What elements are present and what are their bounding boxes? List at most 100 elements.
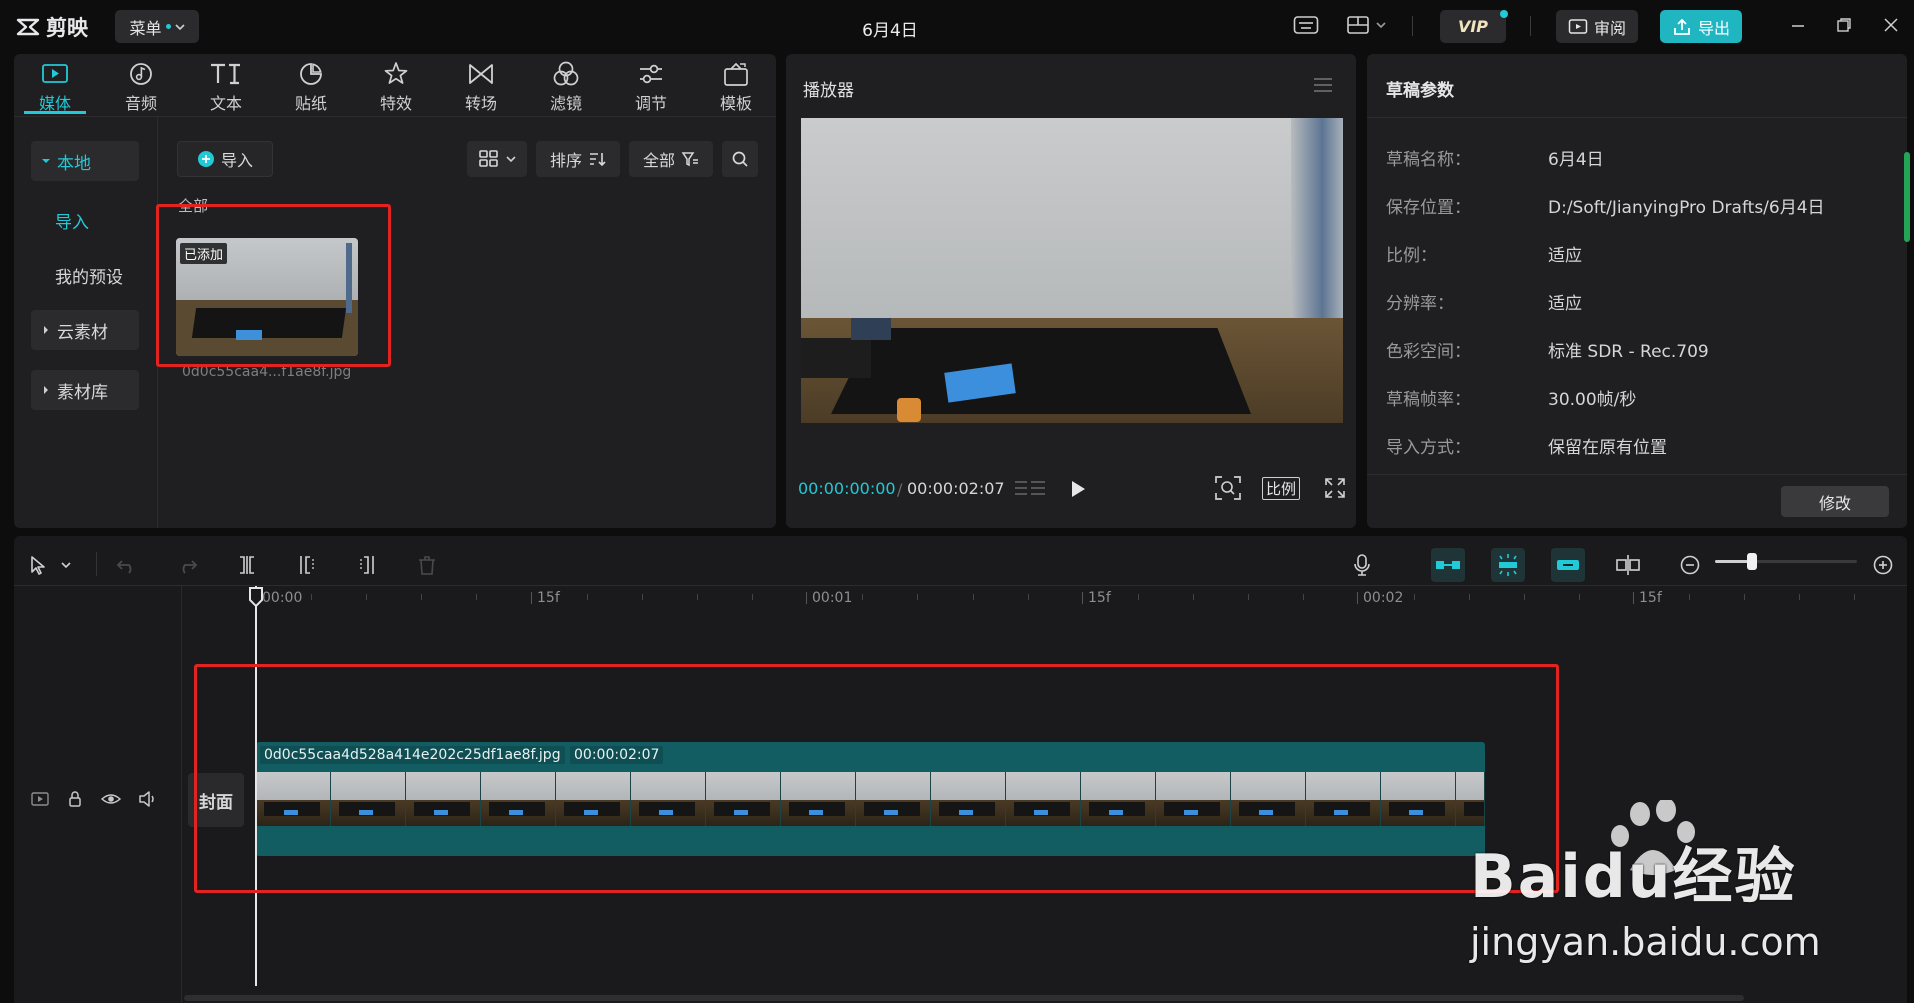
ruler-minor-tick — [1248, 594, 1250, 600]
undo-icon — [116, 560, 132, 574]
divider — [14, 585, 1907, 586]
watermark-brand: Baidu经验 — [1470, 842, 1797, 912]
fullscreen-button[interactable] — [1323, 476, 1347, 500]
hamburger-icon — [1314, 78, 1332, 92]
undo-button[interactable] — [110, 548, 144, 582]
delete-button[interactable] — [410, 548, 444, 582]
param-value: 适应 — [1548, 246, 1582, 266]
total-time: 00:00:02:07 — [907, 479, 1005, 498]
template-icon — [724, 62, 748, 86]
auto-snap-button[interactable] — [1491, 548, 1525, 582]
select-tool-button[interactable] — [21, 548, 55, 582]
layout-switch-button[interactable] — [1346, 14, 1386, 36]
adjust-icon — [640, 64, 662, 84]
frame-list-icon[interactable] — [1013, 478, 1047, 500]
tab-template[interactable]: 模板 — [696, 60, 776, 114]
import-button[interactable]: 导入 — [177, 141, 273, 177]
menu-button[interactable]: 菜单 — [115, 10, 199, 43]
player-menu-button[interactable] — [1312, 76, 1334, 94]
tab-text[interactable]: 文本 — [186, 60, 266, 114]
close-button[interactable] — [1882, 16, 1900, 34]
view-mode-button[interactable] — [467, 141, 527, 177]
trim-right-button[interactable] — [350, 548, 384, 582]
split-button[interactable] — [230, 548, 264, 582]
ruler-minor-tick — [917, 594, 919, 600]
tab-label: 文本 — [209, 94, 242, 113]
sidebar-item-cloud[interactable]: 云素材 — [31, 310, 139, 350]
highlight-box-media — [156, 204, 391, 367]
import-label: 导入 — [220, 151, 253, 170]
effects-icon — [384, 62, 408, 84]
sidebar-label: 本地 — [57, 153, 91, 174]
export-button[interactable]: 导出 — [1660, 10, 1742, 43]
playhead-handle[interactable] — [248, 586, 264, 608]
vip-label: VIP — [1457, 17, 1489, 36]
scrollbar[interactable] — [1904, 152, 1910, 242]
track-audio-icon[interactable] — [138, 790, 158, 808]
track-video-icon[interactable] — [30, 790, 50, 808]
preview-bottle — [897, 398, 921, 422]
track-visibility-icon[interactable] — [101, 790, 121, 808]
review-button[interactable]: 审阅 — [1556, 10, 1638, 43]
tab-adjust[interactable]: 调节 — [611, 60, 691, 114]
tab-audio[interactable]: 音频 — [101, 60, 181, 114]
preview-wall — [801, 118, 1343, 318]
ruler-label: 15f — [537, 590, 560, 606]
window-title: 6月4日 — [862, 21, 918, 41]
tab-filter[interactable]: 滤镜 — [526, 60, 606, 114]
minimize-button[interactable] — [1789, 16, 1807, 34]
chevron-down-icon — [1376, 22, 1386, 29]
sort-button[interactable]: 排序 — [536, 141, 620, 177]
linkage-button[interactable] — [1551, 548, 1585, 582]
watermark-url: jingyan.baidu.com — [1470, 920, 1821, 964]
zoom-out-button[interactable] — [1673, 548, 1707, 582]
player-preview[interactable] — [801, 118, 1343, 423]
tab-media[interactable]: 媒体 — [15, 60, 95, 114]
main-track-magnet-button[interactable] — [1431, 548, 1465, 582]
ruler-minor-tick — [696, 594, 698, 600]
active-tab-indicator — [24, 111, 86, 114]
chevron-down-icon — [506, 156, 516, 163]
modify-button[interactable]: 修改 — [1781, 486, 1889, 517]
timeline-scrollbar[interactable] — [184, 995, 1744, 1001]
app-logo: 剪映 — [16, 12, 88, 42]
trim-left-icon — [300, 556, 314, 574]
restore-button[interactable] — [1835, 16, 1853, 34]
play-button[interactable] — [1067, 478, 1089, 500]
microphone-icon — [1354, 554, 1370, 576]
sidebar-item-library[interactable]: 素材库 — [31, 370, 139, 410]
param-label: 保存位置： — [1386, 198, 1471, 218]
tab-transition[interactable]: 转场 — [441, 60, 521, 114]
ruler-minor-tick — [1578, 594, 1580, 600]
play-icon — [1072, 481, 1085, 497]
sidebar-item-import[interactable]: 导入 — [55, 208, 89, 233]
tab-sticker[interactable]: 贴纸 — [271, 60, 351, 114]
search-button[interactable] — [722, 141, 758, 177]
zoom-fit-button[interactable] — [1214, 475, 1242, 501]
filter-button[interactable]: 全部 — [629, 141, 713, 177]
zoom-slider-thumb[interactable] — [1746, 553, 1757, 570]
sort-label: 排序 — [549, 151, 582, 170]
track-lock-icon[interactable] — [66, 790, 84, 808]
vip-button[interactable]: VIP — [1440, 10, 1506, 43]
keyboard-shortcuts-icon[interactable] — [1293, 14, 1319, 36]
sidebar-item-presets[interactable]: 我的预设 — [55, 263, 123, 288]
highlight-box-timeline — [194, 664, 1559, 893]
sidebar-item-local[interactable]: 本地 — [31, 141, 139, 181]
ruler-label: 15f — [1088, 590, 1111, 606]
redo-button[interactable] — [170, 548, 204, 582]
param-value: 保留在原有位置 — [1548, 438, 1667, 458]
zoom-slider[interactable] — [1715, 553, 1857, 570]
tab-effects[interactable]: 特效 — [356, 60, 436, 114]
transition-icon — [469, 64, 493, 84]
menu-notification-dot — [165, 24, 171, 29]
ruler-tick — [1633, 592, 1634, 604]
trim-left-button[interactable] — [290, 548, 324, 582]
ratio-button[interactable]: 比例 — [1262, 477, 1301, 500]
preview-axis-icon — [1616, 555, 1640, 575]
select-mode-dropdown[interactable] — [56, 548, 76, 582]
zoom-in-button[interactable] — [1866, 548, 1900, 582]
preview-axis-button[interactable] — [1611, 548, 1645, 582]
export-label: 导出 — [1697, 18, 1730, 38]
record-audio-button[interactable] — [1345, 548, 1379, 582]
